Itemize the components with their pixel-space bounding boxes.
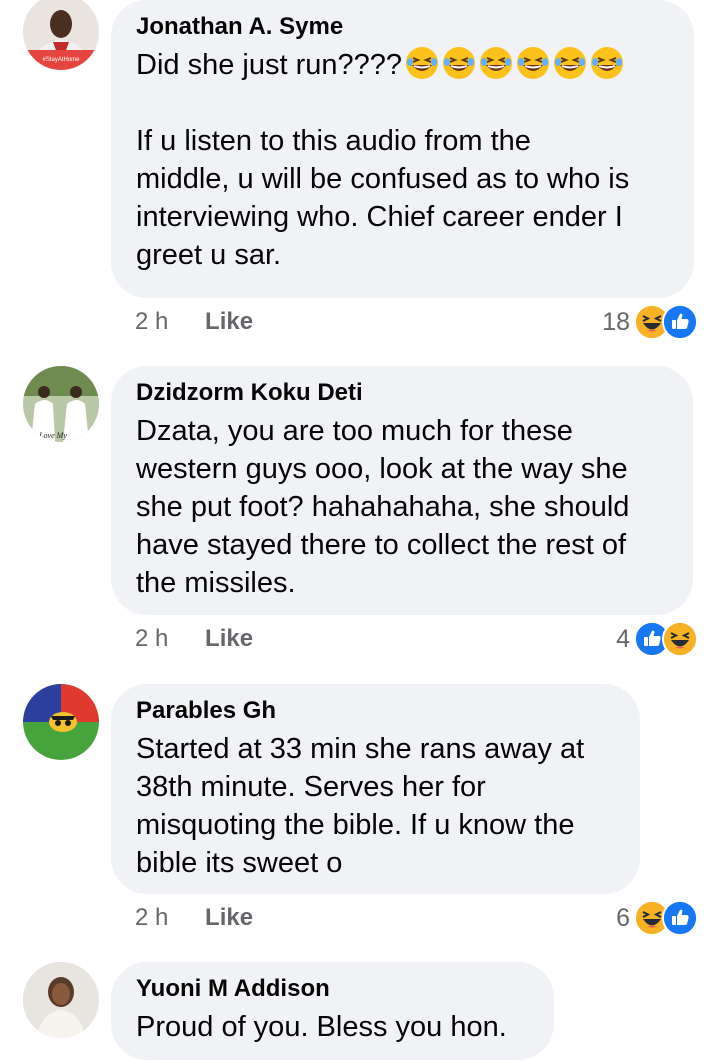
comment-timestamp[interactable]: 2 h <box>135 308 168 335</box>
comment-bubble: Dzidzorm Koku Deti Dzata, you are too mu… <box>111 366 693 615</box>
like-button[interactable]: Like <box>205 625 253 652</box>
reaction-count: 6 <box>616 903 630 932</box>
comment-author[interactable]: Yuoni M Addison <box>136 974 530 1004</box>
avatar[interactable]: #StayAtHome <box>23 0 99 70</box>
like-icon <box>662 304 698 340</box>
comment-text: Did she just run???? <box>136 46 670 84</box>
like-button[interactable]: Like <box>205 904 253 931</box>
comment-author[interactable]: Jonathan A. Syme <box>136 12 670 42</box>
like-button[interactable]: Like <box>205 308 253 335</box>
comment-actions: 2 h Like <box>135 903 253 933</box>
laughing-tears-icon <box>479 46 513 80</box>
reaction-summary[interactable]: 4 <box>616 621 698 657</box>
haha-icon <box>662 621 698 657</box>
comment-actions: 2 h Like <box>135 624 253 654</box>
comment-author[interactable]: Dzidzorm Koku Deti <box>136 378 669 408</box>
comment-text: Dzata, you are too much for these wester… <box>136 415 630 599</box>
svg-text:Love My: Love My <box>38 431 67 440</box>
avatar[interactable]: Love My <box>23 366 99 442</box>
laughing-tears-icon <box>405 46 439 80</box>
laugh-emoji-row <box>402 49 624 81</box>
reaction-summary[interactable]: 18 <box>602 304 698 340</box>
comment-actions: 2 h Like <box>135 307 253 337</box>
laughing-tears-icon <box>442 46 476 80</box>
comment-text-line: Did she just run???? <box>136 49 402 81</box>
comment-text: If u listen to this audio from the middl… <box>136 125 630 271</box>
like-icon <box>662 900 698 936</box>
comment-bubble: Yuoni M Addison Proud of you. Bless you … <box>111 962 554 1060</box>
laughing-tears-icon <box>590 46 624 80</box>
comment-text: Proud of you. Bless you hon. <box>136 1011 507 1043</box>
avatar[interactable] <box>23 684 99 760</box>
comment-timestamp[interactable]: 2 h <box>135 625 168 652</box>
laughing-tears-icon <box>516 46 550 80</box>
comment-author[interactable]: Parables Gh <box>136 696 616 726</box>
laughing-tears-icon <box>553 46 587 80</box>
comment-bubble: Jonathan A. Syme Did she just run???? If… <box>111 0 694 298</box>
reaction-count: 4 <box>616 624 630 653</box>
reaction-count: 18 <box>602 307 630 336</box>
reaction-summary[interactable]: 6 <box>616 900 698 936</box>
comment-timestamp[interactable]: 2 h <box>135 904 168 931</box>
comment-text: Started at 33 min she rans away at 38th … <box>136 733 585 879</box>
svg-text:#StayAtHome: #StayAtHome <box>42 57 80 63</box>
comment-bubble: Parables Gh Started at 33 min she rans a… <box>111 684 640 894</box>
avatar[interactable] <box>23 962 99 1038</box>
